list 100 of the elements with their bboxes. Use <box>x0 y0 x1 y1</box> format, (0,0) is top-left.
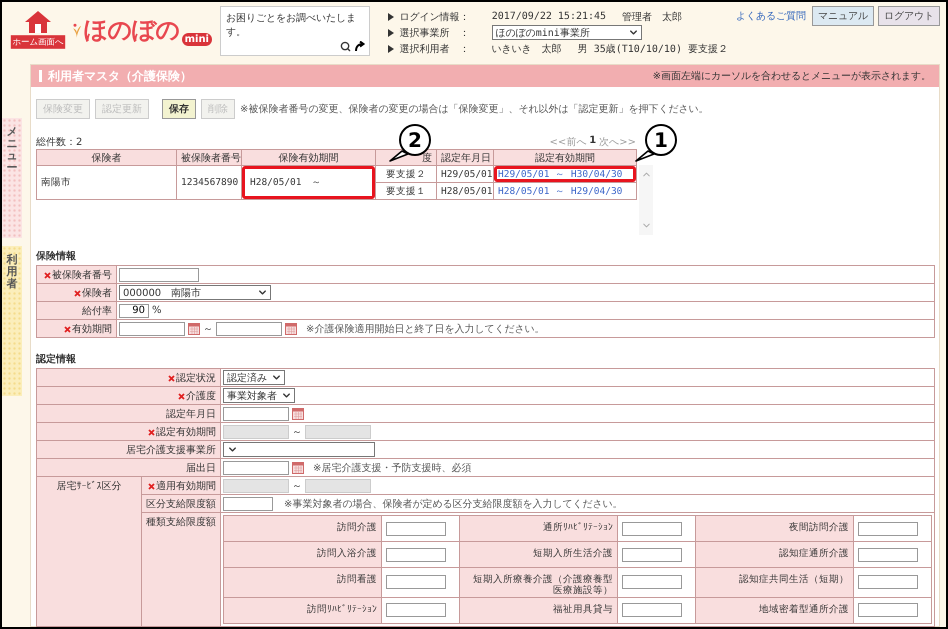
search-icon[interactable] <box>340 41 351 52</box>
input-field[interactable] <box>223 460 289 474</box>
input-field[interactable] <box>223 496 273 510</box>
input-field[interactable] <box>622 603 682 618</box>
section-title: 認定情報 <box>36 352 77 366</box>
field-label: 被保険者番号 <box>52 270 112 280</box>
bullet-icon <box>388 28 394 36</box>
page-number: 1 <box>589 135 596 148</box>
table-cell: 要支援１ <box>376 182 436 200</box>
page-title: 利用者マスタ（介護保険） <box>48 68 192 84</box>
bullet-icon <box>388 44 394 52</box>
dropdown[interactable]: 認定済み <box>223 370 285 385</box>
table-cell: 南陽市 <box>36 166 176 200</box>
input-field[interactable] <box>386 548 446 562</box>
input-field[interactable] <box>386 522 446 536</box>
help-search-box[interactable]: お困りごとをお調べいたします。 <box>220 6 370 56</box>
range-separator: ～ <box>203 322 213 336</box>
service-label: 認知症通所介護 <box>779 548 850 559</box>
group-label: 居宅ｻｰﾋﾞｽ区分 <box>56 481 122 492</box>
period-link[interactable]: H29/05/01 ～ H30/04/30 <box>494 166 636 182</box>
unit-label: % <box>152 305 162 316</box>
service-label: 短期入所生活介護 <box>533 548 614 559</box>
action-note: ※被保険者番号の変更、保険者の変更の場合は「保険変更」、それ以外は「認定更新」を押下ください。 <box>240 102 708 116</box>
field-label: 有効期間 <box>72 324 112 334</box>
field-label: 認定状況 <box>176 372 216 384</box>
service-label: 訪問ﾘﾊﾋﾞﾘﾃｰｼｮﾝ <box>307 604 378 615</box>
calendar-icon[interactable] <box>285 322 297 334</box>
input-field[interactable] <box>119 268 199 282</box>
info-value: いきいき 太郎 <box>492 42 562 56</box>
hint-text: ※居宅介護支援・予防支援時、必須 <box>313 462 472 474</box>
record-count: 総件数：2 <box>36 136 82 149</box>
table-cell: H28/05/01 <box>436 182 494 200</box>
service-label: 短期入所療養介護（介護療養型医療施設等） <box>473 574 614 596</box>
column-header: 被保険者番号 <box>176 150 242 166</box>
house-icon[interactable] <box>23 10 53 34</box>
dropdown[interactable]: 事業対象者 <box>223 388 295 403</box>
field-label: 保険者 <box>82 288 112 298</box>
info-detail: 管理者 太郎 <box>622 10 682 24</box>
field-label: 居宅介護支援事業所 <box>126 444 216 456</box>
action-button[interactable]: 保存 <box>162 99 196 119</box>
help-prompt: お困りごとをお調べいたします。 <box>226 13 356 38</box>
table-cell: 1234567890 <box>176 166 242 200</box>
side-tab[interactable]: メニュー <box>2 118 22 238</box>
table-cell: 要支援２ <box>376 166 436 182</box>
column-header: 認定有効期間 <box>494 150 636 166</box>
service-label: 訪問介護 <box>337 522 378 533</box>
calendar-icon[interactable] <box>292 408 304 420</box>
logo-badge: mini <box>182 33 212 46</box>
section-title: 保険情報 <box>36 250 77 263</box>
arrow-icon[interactable] <box>354 41 365 52</box>
bullet-icon <box>388 12 394 20</box>
field-label: 適用有効期間 <box>156 480 216 492</box>
input-field[interactable] <box>119 322 185 336</box>
field-label: 種類支給限度額 <box>146 517 216 528</box>
input-field[interactable] <box>858 522 918 536</box>
service-label: 福祉用具貸与 <box>553 604 614 615</box>
service-label: 訪問看護 <box>337 574 378 585</box>
input-field[interactable] <box>858 603 918 618</box>
field-label: 認定有効期間 <box>156 426 216 438</box>
logout-button[interactable]: ログアウト <box>878 6 940 26</box>
app-logo: ほのぼの <box>84 15 180 46</box>
period-link[interactable]: H28/05/01 ～ H29/04/30 <box>494 182 636 200</box>
calendar-icon[interactable] <box>188 322 200 334</box>
input-field[interactable] <box>216 322 282 336</box>
range-separator: ～ <box>292 480 302 492</box>
dropdown[interactable]: ほのぼのmini事業所 <box>492 25 642 40</box>
table-cell: H29/05/01 <box>436 166 494 182</box>
input-field[interactable] <box>386 603 446 618</box>
info-label: 選択利用者 ： <box>400 42 471 56</box>
calendar-icon[interactable] <box>292 462 304 474</box>
column-header: 保険有効期間 <box>242 150 376 166</box>
input-field[interactable] <box>622 575 682 590</box>
input-field[interactable] <box>622 522 682 536</box>
input-field[interactable] <box>386 575 446 590</box>
input-field[interactable] <box>622 548 682 562</box>
info-value: 2017/09/22 15:21:45 <box>492 11 606 22</box>
table-cell: H28/05/01 ～ <box>242 166 376 200</box>
info-label: 選択事業所 ： <box>400 26 471 40</box>
service-label: 認知症共同生活（短期） <box>739 574 850 585</box>
faq-link[interactable]: よくあるご質問 <box>736 9 806 23</box>
field-label: 区分支給限度額 <box>146 498 216 510</box>
service-label: 訪問入浴介護 <box>317 548 378 559</box>
manual-button[interactable]: マニュアル <box>812 6 874 26</box>
input-field[interactable] <box>858 548 918 562</box>
scrollbar[interactable] <box>639 165 653 235</box>
hint-text: ※介護保険適用開始日と終了日を入力してください。 <box>306 322 544 336</box>
service-label: 通所ﾘﾊﾋﾞﾘﾃｰｼｮﾝ <box>543 522 614 533</box>
dropdown[interactable] <box>223 442 375 457</box>
home-link[interactable]: ホーム画面へ <box>10 35 66 49</box>
title-note: ※画面左端にカーソルを合わせるとメニューが表示されます。 <box>652 70 931 83</box>
column-header: 保険者 <box>36 150 176 166</box>
service-label: 地域密着型通所介護 <box>759 604 850 615</box>
range-separator: ～ <box>292 426 302 438</box>
field-label: 介護度 <box>186 390 216 402</box>
input-field[interactable] <box>223 406 289 420</box>
input-field[interactable]: 90 <box>119 304 149 318</box>
service-label: 夜間訪問介護 <box>789 522 850 533</box>
side-tab[interactable]: 利用者 <box>2 246 22 396</box>
dropdown[interactable]: 000000 南陽市 <box>119 285 271 300</box>
input-field[interactable] <box>858 575 918 590</box>
